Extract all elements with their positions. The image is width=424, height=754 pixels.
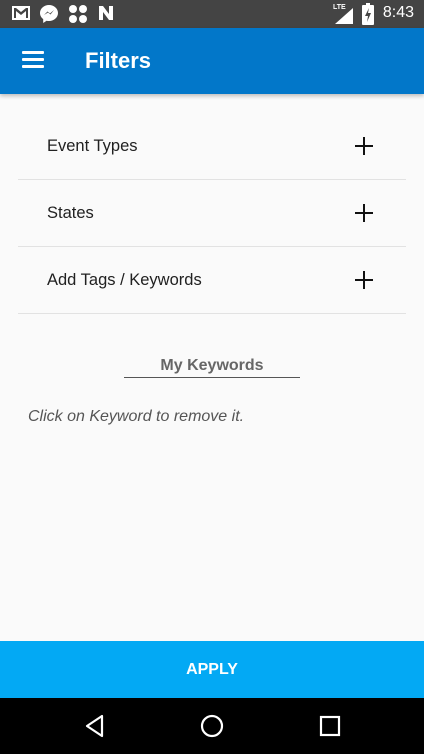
hamburger-menu-icon[interactable] — [14, 44, 52, 78]
app-bar: Filters — [0, 28, 424, 94]
status-bar: LTE 8:43 — [0, 0, 424, 28]
filter-label-tags-keywords: Add Tags / Keywords — [47, 271, 202, 289]
grid-app-icon — [69, 5, 87, 23]
signal-icon — [335, 8, 353, 24]
plus-icon[interactable] — [355, 271, 373, 289]
filter-row-states[interactable]: States — [18, 180, 406, 247]
plus-icon[interactable] — [355, 137, 373, 155]
recents-icon[interactable] — [315, 711, 345, 741]
filter-row-tags-keywords[interactable]: Add Tags / Keywords — [18, 247, 406, 314]
plus-icon[interactable] — [355, 204, 373, 222]
status-time: 8:43 — [382, 4, 414, 21]
n-app-icon — [99, 6, 113, 20]
navigation-bar — [0, 698, 424, 754]
keywords-hint: Click on Keyword to remove it. — [28, 408, 245, 425]
gmail-icon — [12, 6, 30, 20]
page-title: Filters — [85, 48, 152, 73]
messenger-icon — [40, 5, 58, 23]
filter-row-event-types[interactable]: Event Types — [18, 113, 406, 180]
filter-label-states: States — [47, 204, 94, 222]
filter-label-event-types: Event Types — [47, 137, 138, 155]
keywords-title: My Keywords — [124, 357, 300, 378]
back-icon[interactable] — [80, 711, 110, 741]
home-icon[interactable] — [197, 711, 227, 741]
battery-charging-icon — [362, 3, 374, 25]
apply-button[interactable]: APPLY — [0, 641, 424, 698]
